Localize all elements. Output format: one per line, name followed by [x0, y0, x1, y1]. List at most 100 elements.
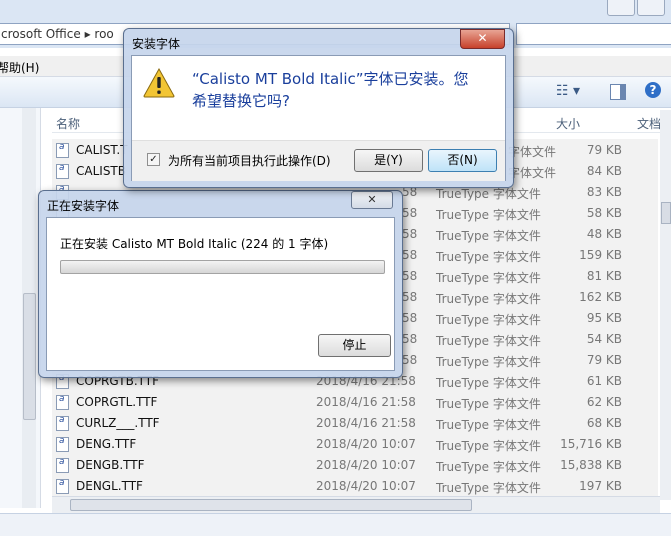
file-size: 84 KB: [586, 164, 622, 178]
menu-help[interactable]: 帮助(H): [0, 59, 39, 76]
file-name: DENG.TTF: [76, 437, 137, 451]
horizontal-scrollbar[interactable]: [52, 496, 660, 513]
warning-icon: [143, 68, 175, 98]
font-file-icon: [56, 142, 69, 158]
file-type: TrueType 字体文件: [436, 208, 541, 222]
help-icon[interactable]: ?: [645, 82, 661, 98]
file-name: CALIST.T: [76, 143, 128, 157]
file-row[interactable]: DENGL.TTF 2018/4/20 10:07 TrueType 字体文件 197…: [52, 475, 658, 497]
status-bar: [0, 513, 671, 536]
dialog-title: 正在安装字体: [47, 199, 120, 213]
maximize-button[interactable]: [637, 0, 665, 16]
file-row[interactable]: DENGB.TTF 2018/4/20 10:07 TrueType 字体文件 15,…: [52, 454, 658, 476]
file-type: TrueType 字体文件: [436, 313, 541, 327]
file-date: 2018/4/16 21:58: [316, 416, 416, 430]
file-date: 2018/4/20 10:07: [316, 479, 416, 493]
apply-to-all-checkbox[interactable]: ✓: [147, 153, 160, 166]
nav-scroll-thumb[interactable]: [23, 293, 36, 420]
search-input[interactable]: [516, 23, 671, 45]
file-date: 58: [402, 248, 418, 262]
window-titlebar: [0, 0, 671, 20]
file-date: 2018/4/16 21:58: [316, 395, 416, 409]
file-size: 68 KB: [586, 416, 622, 430]
file-size: 83 KB: [586, 185, 622, 199]
file-size: 79 KB: [586, 143, 622, 157]
file-size: 15,838 KB: [560, 458, 622, 472]
install-status-text: 正在安装 Calisto MT Bold Italic (224 的 1 字体): [60, 237, 329, 251]
dialog-body: 正在安装 Calisto MT Bold Italic (224 的 1 字体)…: [46, 217, 395, 371]
file-type: TrueType 字体文件: [436, 460, 541, 474]
font-file-icon: [56, 478, 69, 494]
file-name: DENGB.TTF: [76, 458, 145, 472]
close-icon[interactable]: ✕: [351, 191, 393, 209]
installing-fonts-dialog: 正在安装字体 ✕ 正在安装 Calisto MT Bold Italic (22…: [38, 190, 403, 378]
file-size: 62 KB: [586, 395, 622, 409]
file-date: 58: [402, 332, 418, 346]
file-size: 159 KB: [579, 248, 622, 262]
progress-bar: [60, 260, 385, 274]
vertical-scroll-thumb[interactable]: [661, 202, 671, 224]
file-name: COPRGTL.TTF: [76, 395, 158, 409]
file-size: 79 KB: [586, 353, 622, 367]
column-name[interactable]: 名称: [56, 115, 80, 132]
file-size: 48 KB: [586, 227, 622, 241]
file-date: 58: [402, 269, 418, 283]
file-size: 81 KB: [586, 269, 622, 283]
file-date: 2018/4/20 10:07: [316, 458, 416, 472]
file-date: 58: [402, 353, 418, 367]
file-type: TrueType 字体文件: [436, 439, 541, 453]
vertical-scrollbar[interactable]: [660, 110, 671, 500]
font-file-icon: [56, 415, 69, 431]
apply-to-all-label[interactable]: 为所有当前项目执行此操作(D): [168, 152, 331, 169]
install-font-confirm-dialog: 安装字体 ✕ “Calisto MT Bold Italic”字体已安装。您 希…: [123, 28, 514, 188]
file-size: 95 KB: [586, 311, 622, 325]
file-type: TrueType 字体文件: [436, 418, 541, 432]
file-type: TrueType 字体文件: [436, 271, 541, 285]
question-line-2: 希望替换它吗?: [192, 92, 290, 110]
font-file-icon: [56, 436, 69, 452]
file-row[interactable]: CURLZ___.TTF 2018/4/16 21:58 TrueType 字体文件…: [52, 412, 658, 434]
window-controls: [605, 0, 665, 16]
file-date: 58: [402, 311, 418, 325]
file-name: CURLZ___.TTF: [76, 416, 160, 430]
question-line-1: “Calisto MT Bold Italic”字体已安装。您: [192, 70, 469, 88]
column-extra[interactable]: 文档: [637, 115, 661, 132]
file-type: TrueType 字体文件: [436, 250, 541, 264]
file-type: TrueType 字体文件: [436, 355, 541, 369]
file-size: 15,716 KB: [560, 437, 622, 451]
file-size: 197 KB: [579, 479, 622, 493]
dialog-body: “Calisto MT Bold Italic”字体已安装。您 希望替换它吗? …: [131, 55, 506, 181]
font-file-icon: [56, 457, 69, 473]
no-button[interactable]: 否(N): [428, 149, 497, 172]
file-date: 58: [402, 290, 418, 304]
file-size: 162 KB: [579, 290, 622, 304]
dialog-title: 安装字体: [132, 37, 181, 51]
file-type: 字体文件: [508, 145, 557, 159]
file-size: 58 KB: [586, 206, 622, 220]
font-file-icon: [56, 394, 69, 410]
file-type: TrueType 字体文件: [436, 397, 541, 411]
minimize-button[interactable]: [607, 0, 635, 16]
stop-button[interactable]: 停止: [318, 334, 391, 357]
file-type: TrueType 字体文件: [436, 376, 541, 390]
file-type: 字体文件: [508, 166, 557, 180]
file-size: 61 KB: [586, 374, 622, 388]
horizontal-scroll-thumb[interactable]: [70, 499, 472, 511]
file-name: DENGL.TTF: [76, 479, 143, 493]
file-date: 58: [402, 227, 418, 241]
close-icon[interactable]: ✕: [460, 29, 505, 49]
file-type: TrueType 字体文件: [436, 292, 541, 306]
preview-pane-icon[interactable]: [610, 84, 626, 100]
yes-button[interactable]: 是(Y): [354, 149, 423, 172]
view-options-icon[interactable]: ☷ ▾: [556, 83, 580, 99]
font-file-icon: [56, 163, 69, 179]
file-date: 2018/4/20 10:07: [316, 437, 416, 451]
file-date: 58: [402, 206, 418, 220]
file-row[interactable]: COPRGTL.TTF 2018/4/16 21:58 TrueType 字体文件 6…: [52, 391, 658, 413]
column-size[interactable]: 大小: [556, 115, 580, 132]
nav-scrollbar[interactable]: [22, 108, 36, 508]
file-row[interactable]: DENG.TTF 2018/4/20 10:07 TrueType 字体文件 15,7…: [52, 433, 658, 455]
file-type: TrueType 字体文件: [436, 481, 541, 495]
file-type: TrueType 字体文件: [436, 334, 541, 348]
replace-question: “Calisto MT Bold Italic”字体已安装。您 希望替换它吗?: [192, 68, 492, 112]
